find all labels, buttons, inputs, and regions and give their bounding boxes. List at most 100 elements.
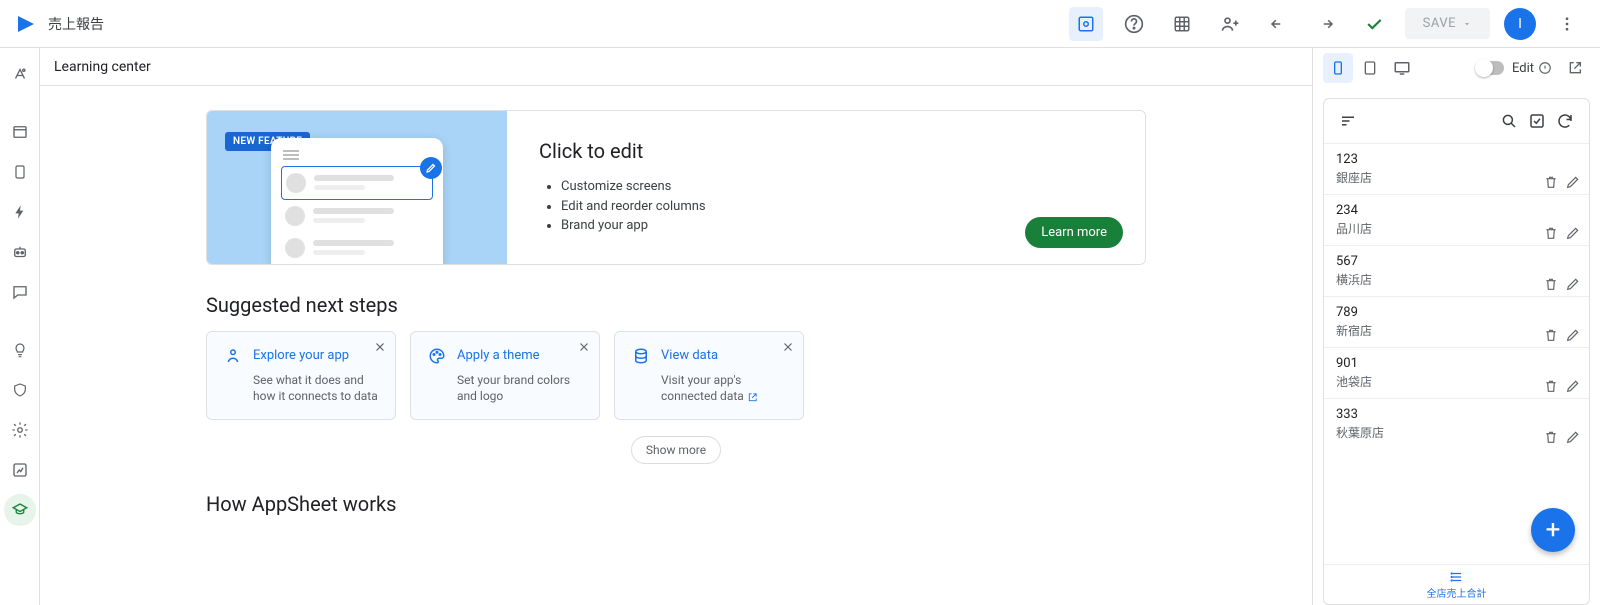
hero-title: Click to edit <box>539 139 1113 163</box>
card-apply-theme[interactable]: Apply a theme Set your brand colors and … <box>410 331 600 421</box>
item-number: 123 <box>1336 152 1577 167</box>
main-header: Learning center <box>40 48 1312 86</box>
preview-icon[interactable] <box>1069 7 1103 41</box>
card-explore-app[interactable]: Explore your app See what it does and ho… <box>206 331 396 421</box>
list-view-icon <box>1448 570 1466 584</box>
item-name: 池袋店 <box>1336 373 1577 390</box>
delete-icon[interactable] <box>1543 327 1559 343</box>
avatar[interactable]: I <box>1504 8 1536 40</box>
close-icon[interactable] <box>781 340 795 354</box>
home-icon[interactable] <box>4 58 36 90</box>
explore-icon <box>223 346 243 366</box>
edit-icon[interactable] <box>1565 276 1581 292</box>
data-icon[interactable] <box>4 116 36 148</box>
fab-add-button[interactable]: + <box>1531 508 1575 552</box>
item-name: 秋葉原店 <box>1336 424 1577 441</box>
delete-icon[interactable] <box>1543 174 1559 190</box>
learn-more-button[interactable]: Learn more <box>1025 217 1123 248</box>
item-number: 567 <box>1336 254 1577 269</box>
more-icon[interactable] <box>1550 7 1584 41</box>
list-item[interactable]: 333 秋葉原店 <box>1324 398 1589 449</box>
item-name: 品川店 <box>1336 220 1577 237</box>
close-icon[interactable] <box>577 340 591 354</box>
suggested-cards: Explore your app See what it does and ho… <box>206 331 1146 421</box>
edit-toggle[interactable] <box>1476 61 1504 75</box>
close-icon[interactable] <box>373 340 387 354</box>
intelligence-icon[interactable] <box>4 334 36 366</box>
tablet-icon[interactable] <box>1355 53 1385 83</box>
edit-icon[interactable] <box>1565 225 1581 241</box>
manage-icon[interactable] <box>4 454 36 486</box>
list-item[interactable]: 789 新宿店 <box>1324 296 1589 347</box>
delete-icon[interactable] <box>1543 378 1559 394</box>
edit-icon[interactable] <box>1565 327 1581 343</box>
preview-toolbar <box>1324 99 1589 143</box>
item-number: 333 <box>1336 407 1577 422</box>
delete-icon[interactable] <box>1543 276 1559 292</box>
database-icon <box>631 346 651 366</box>
app-title: 売上報告 <box>48 14 104 34</box>
share-icon[interactable] <box>1213 7 1247 41</box>
select-icon[interactable] <box>1523 107 1551 135</box>
item-name: 新宿店 <box>1336 322 1577 339</box>
preview-panel: Edit 123 銀座店 234 品川店 567 横浜店 789 新宿店 901池袋店 333 秋葉… <box>1312 48 1600 605</box>
edit-icon[interactable] <box>1565 378 1581 394</box>
open-external-icon[interactable] <box>1560 53 1590 83</box>
list-item[interactable]: 234 品川店 <box>1324 194 1589 245</box>
views-icon[interactable] <box>4 156 36 188</box>
hero-card: NEW FEATURE Click to edit <box>206 110 1146 265</box>
chat-icon[interactable] <box>4 276 36 308</box>
refresh-icon[interactable] <box>1551 107 1579 135</box>
edit-icon[interactable] <box>1565 429 1581 445</box>
desktop-icon[interactable] <box>1387 53 1417 83</box>
actions-icon[interactable] <box>4 196 36 228</box>
search-icon[interactable] <box>1495 107 1523 135</box>
sort-icon[interactable] <box>1334 107 1362 135</box>
card-title: View data <box>661 348 718 363</box>
edit-icon[interactable] <box>1565 174 1581 190</box>
palette-icon <box>427 346 447 366</box>
list-item[interactable]: 901池袋店 <box>1324 347 1589 398</box>
hero-bullet: Customize screens <box>561 177 1113 197</box>
delete-icon[interactable] <box>1543 225 1559 241</box>
hero-illustration: NEW FEATURE <box>207 111 507 264</box>
mobile-icon[interactable] <box>1323 53 1353 83</box>
grid-icon[interactable] <box>1165 7 1199 41</box>
edit-label: Edit <box>1512 61 1552 76</box>
how-works-title: How AppSheet works <box>206 492 1146 516</box>
top-bar: 売上報告 SAVE I <box>0 0 1600 48</box>
item-name: 銀座店 <box>1336 169 1577 186</box>
delete-icon[interactable] <box>1543 429 1559 445</box>
preview-top-controls: Edit <box>1313 48 1600 88</box>
topbar-actions: SAVE I <box>1069 7 1592 41</box>
hero-bullet: Edit and reorder columns <box>561 197 1113 217</box>
learning-center-icon[interactable] <box>4 494 36 526</box>
bottom-tab-label: 全店売上合計 <box>1427 585 1487 600</box>
suggested-title: Suggested next steps <box>206 293 1146 317</box>
help-icon[interactable] <box>1117 7 1151 41</box>
card-desc: Visit your app's connected data <box>631 372 787 406</box>
redo-icon[interactable] <box>1309 7 1343 41</box>
list-item[interactable]: 567 横浜店 <box>1324 245 1589 296</box>
automation-icon[interactable] <box>4 236 36 268</box>
undo-icon[interactable] <box>1261 7 1295 41</box>
card-title: Apply a theme <box>457 348 540 363</box>
main-content: Learning center NEW FEATURE <box>40 48 1312 605</box>
card-title: Explore your app <box>253 348 349 363</box>
left-rail <box>0 48 40 605</box>
card-desc: Set your brand colors and logo <box>427 372 583 406</box>
item-name: 横浜店 <box>1336 271 1577 288</box>
preview-list: 123 銀座店 234 品川店 567 横浜店 789 新宿店 901池袋店 333 秋葉原店 <box>1324 143 1589 564</box>
card-desc: See what it does and how it connects to … <box>223 372 379 406</box>
check-icon[interactable] <box>1357 7 1391 41</box>
item-number: 234 <box>1336 203 1577 218</box>
show-more-button[interactable]: Show more <box>631 436 721 464</box>
appsheet-logo-icon <box>14 12 38 36</box>
security-icon[interactable] <box>4 374 36 406</box>
card-view-data[interactable]: View data Visit your app's connected dat… <box>614 331 804 421</box>
list-item[interactable]: 123 銀座店 <box>1324 143 1589 194</box>
preview-bottom-nav[interactable]: 全店売上合計 <box>1324 564 1589 604</box>
item-number: 789 <box>1336 305 1577 320</box>
settings-icon[interactable] <box>4 414 36 446</box>
save-button[interactable]: SAVE <box>1405 8 1490 39</box>
